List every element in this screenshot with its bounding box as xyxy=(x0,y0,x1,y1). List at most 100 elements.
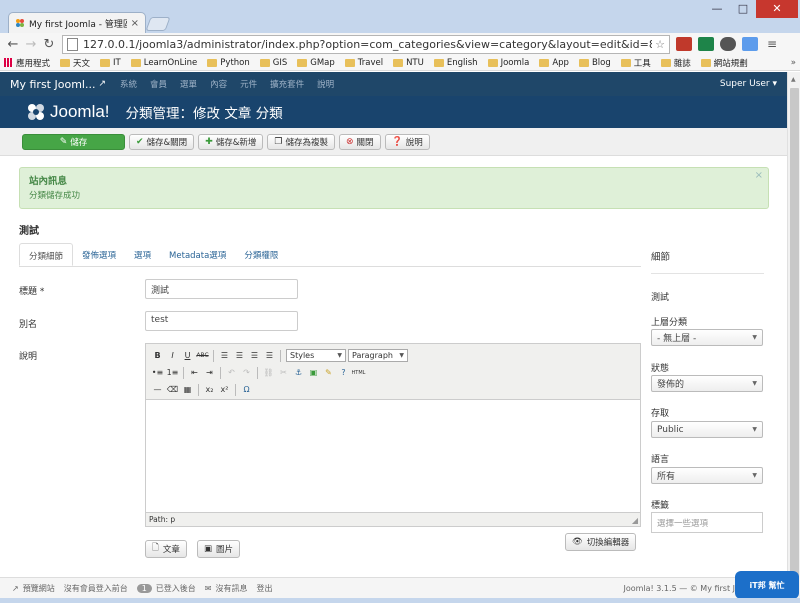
new-tab-button[interactable] xyxy=(145,17,171,31)
cleanup-icon[interactable]: ✎ xyxy=(321,366,336,380)
help-button[interactable]: ❓ 說明 xyxy=(384,133,430,150)
save-copy-button[interactable]: ❐ 儲存為複製 xyxy=(267,133,335,150)
nav-help[interactable]: 說明 xyxy=(317,78,334,90)
bookmark-apps[interactable]: 應用程式 xyxy=(4,57,50,69)
language-select[interactable]: 所有 ▼ xyxy=(651,467,763,484)
bookmark-folder[interactable]: GIS xyxy=(259,58,287,68)
bookmark-folder[interactable]: 天文 xyxy=(60,57,90,69)
view-site-link[interactable]: ↗ 預覽網站 xyxy=(12,583,55,594)
maximize-button[interactable]: □ xyxy=(730,0,756,18)
alert-close-icon[interactable]: × xyxy=(755,170,763,181)
resize-grip-icon[interactable]: ◢ xyxy=(632,516,638,525)
anchor-icon[interactable]: ⚓ xyxy=(291,366,306,380)
bookmark-folder[interactable]: GMap xyxy=(297,58,335,68)
bookmark-folder[interactable]: Travel xyxy=(344,58,383,68)
user-menu[interactable]: Super User ▾ xyxy=(720,79,777,89)
tags-input[interactable]: 選擇一些選項 xyxy=(651,512,763,533)
tab-permissions[interactable]: 分類權限 xyxy=(235,243,287,266)
bookmark-folder[interactable]: 網站規劃 xyxy=(700,57,748,69)
nav-components[interactable]: 元件 xyxy=(240,78,257,90)
subscript-icon[interactable]: x₂ xyxy=(202,383,217,397)
tab-options[interactable]: 選項 xyxy=(125,243,160,266)
redo-icon[interactable]: ↷ xyxy=(239,366,254,380)
scroll-up-icon[interactable]: ▲ xyxy=(791,76,796,83)
visual-aid-icon[interactable]: ▦ xyxy=(180,383,195,397)
bookmark-folder[interactable]: Blog xyxy=(578,58,611,68)
superscript-icon[interactable]: x² xyxy=(217,383,232,397)
outdent-icon[interactable]: ⇤ xyxy=(187,366,202,380)
align-justify-icon[interactable]: ☰ xyxy=(262,349,277,363)
bookmark-folder[interactable]: 雜誌 xyxy=(660,57,691,69)
editor-content-area[interactable] xyxy=(146,400,640,512)
extension-glasses-icon[interactable] xyxy=(720,37,736,51)
html-source-icon[interactable]: HTML xyxy=(351,366,366,380)
unlink-icon[interactable]: ✂ xyxy=(276,366,291,380)
bookmark-folder[interactable]: English xyxy=(433,58,478,68)
scrollbar-thumb[interactable] xyxy=(790,88,799,588)
bookmark-folder[interactable]: LearnOnLine xyxy=(130,58,197,68)
horizontal-rule-icon[interactable]: — xyxy=(150,383,165,397)
toggle-editor-button[interactable]: 👁 切換編輯器 xyxy=(565,533,637,551)
format-select[interactable]: Paragraph ▼ xyxy=(348,349,408,362)
bookmark-folder[interactable]: App xyxy=(539,58,569,68)
extension-screen-icon[interactable] xyxy=(742,37,758,51)
bookmarks-more-icon[interactable]: » xyxy=(791,58,796,68)
save-close-button[interactable]: ✔ 儲存&關閉 xyxy=(129,133,195,150)
nav-system[interactable]: 系統 xyxy=(120,78,137,90)
tab-details[interactable]: 分類細節 xyxy=(19,243,74,266)
remove-format-icon[interactable]: ⌫ xyxy=(165,383,180,397)
nav-content[interactable]: 內容 xyxy=(210,78,227,90)
back-icon[interactable]: ← xyxy=(4,37,22,52)
bookmark-folder[interactable]: 工具 xyxy=(620,57,651,69)
image-icon[interactable]: ▣ xyxy=(306,366,321,380)
menu-icon[interactable]: ≡ xyxy=(764,37,780,51)
insert-image-button[interactable]: ▣ 圖片 xyxy=(197,540,241,558)
special-char-icon[interactable]: Ω xyxy=(239,383,254,397)
numbered-list-icon[interactable]: 1≡ xyxy=(165,366,180,380)
align-left-icon[interactable]: ☰ xyxy=(217,349,232,363)
indent-icon[interactable]: ⇥ xyxy=(202,366,217,380)
save-new-button[interactable]: ✚ 儲存&新增 xyxy=(198,133,264,150)
messages-link[interactable]: ✉ 沒有訊息 xyxy=(205,583,248,594)
nav-menus[interactable]: 選單 xyxy=(180,78,197,90)
save-button[interactable]: ✎ 儲存 xyxy=(22,133,125,150)
reload-icon[interactable]: ↻ xyxy=(40,37,58,52)
bookmark-star-icon[interactable]: ☆ xyxy=(655,38,665,51)
bookmark-folder[interactable]: Joomla xyxy=(487,58,529,68)
align-right-icon[interactable]: ☰ xyxy=(247,349,262,363)
parent-select[interactable]: - 無上層 - ▼ xyxy=(651,329,763,346)
bookmark-folder[interactable]: IT xyxy=(100,58,121,68)
align-center-icon[interactable]: ☰ xyxy=(232,349,247,363)
browser-tab[interactable]: My first Joomla - 管理區 × xyxy=(8,12,146,33)
nav-users[interactable]: 會員 xyxy=(150,78,167,90)
italic-button[interactable]: I xyxy=(165,349,180,363)
access-select[interactable]: Public ▼ xyxy=(651,421,763,438)
extension-book-icon[interactable] xyxy=(676,37,692,51)
close-window-button[interactable]: ✕ xyxy=(756,0,798,18)
extension-evernote-icon[interactable] xyxy=(698,37,714,51)
undo-icon[interactable]: ↶ xyxy=(224,366,239,380)
alias-input[interactable]: test xyxy=(145,311,298,331)
forward-icon[interactable]: → xyxy=(22,37,40,52)
title-input[interactable]: 測試 xyxy=(145,279,298,299)
help-icon[interactable]: ? xyxy=(336,366,351,380)
nav-extensions[interactable]: 擴充套件 xyxy=(270,78,304,90)
underline-button[interactable]: U xyxy=(180,349,195,363)
tab-close-icon[interactable]: × xyxy=(131,18,139,29)
tab-publishing[interactable]: 發佈選項 xyxy=(73,243,125,266)
page-scrollbar[interactable]: ▲ ▼ xyxy=(787,72,800,598)
link-icon[interactable]: ⛓ xyxy=(261,366,276,380)
bold-button[interactable]: B xyxy=(150,349,165,363)
address-bar[interactable]: 127.0.0.1/joomla3/administrator/index.ph… xyxy=(62,34,670,54)
bullet-list-icon[interactable]: •≡ xyxy=(150,366,165,380)
tab-metadata[interactable]: Metadata選項 xyxy=(160,243,235,266)
minimize-button[interactable]: — xyxy=(704,0,730,18)
site-brand-link[interactable]: My first Jooml... ↗ xyxy=(10,78,106,91)
styles-select[interactable]: Styles ▼ xyxy=(286,349,346,362)
logout-link[interactable]: 登出 xyxy=(257,583,273,594)
status-select[interactable]: 發佈的 ▼ xyxy=(651,375,763,392)
insert-article-button[interactable]: 🗋 文章 xyxy=(145,540,187,558)
bookmark-folder[interactable]: Python xyxy=(207,58,250,68)
bookmark-folder[interactable]: NTU xyxy=(393,58,424,68)
strikethrough-button[interactable]: ABC xyxy=(195,349,210,363)
